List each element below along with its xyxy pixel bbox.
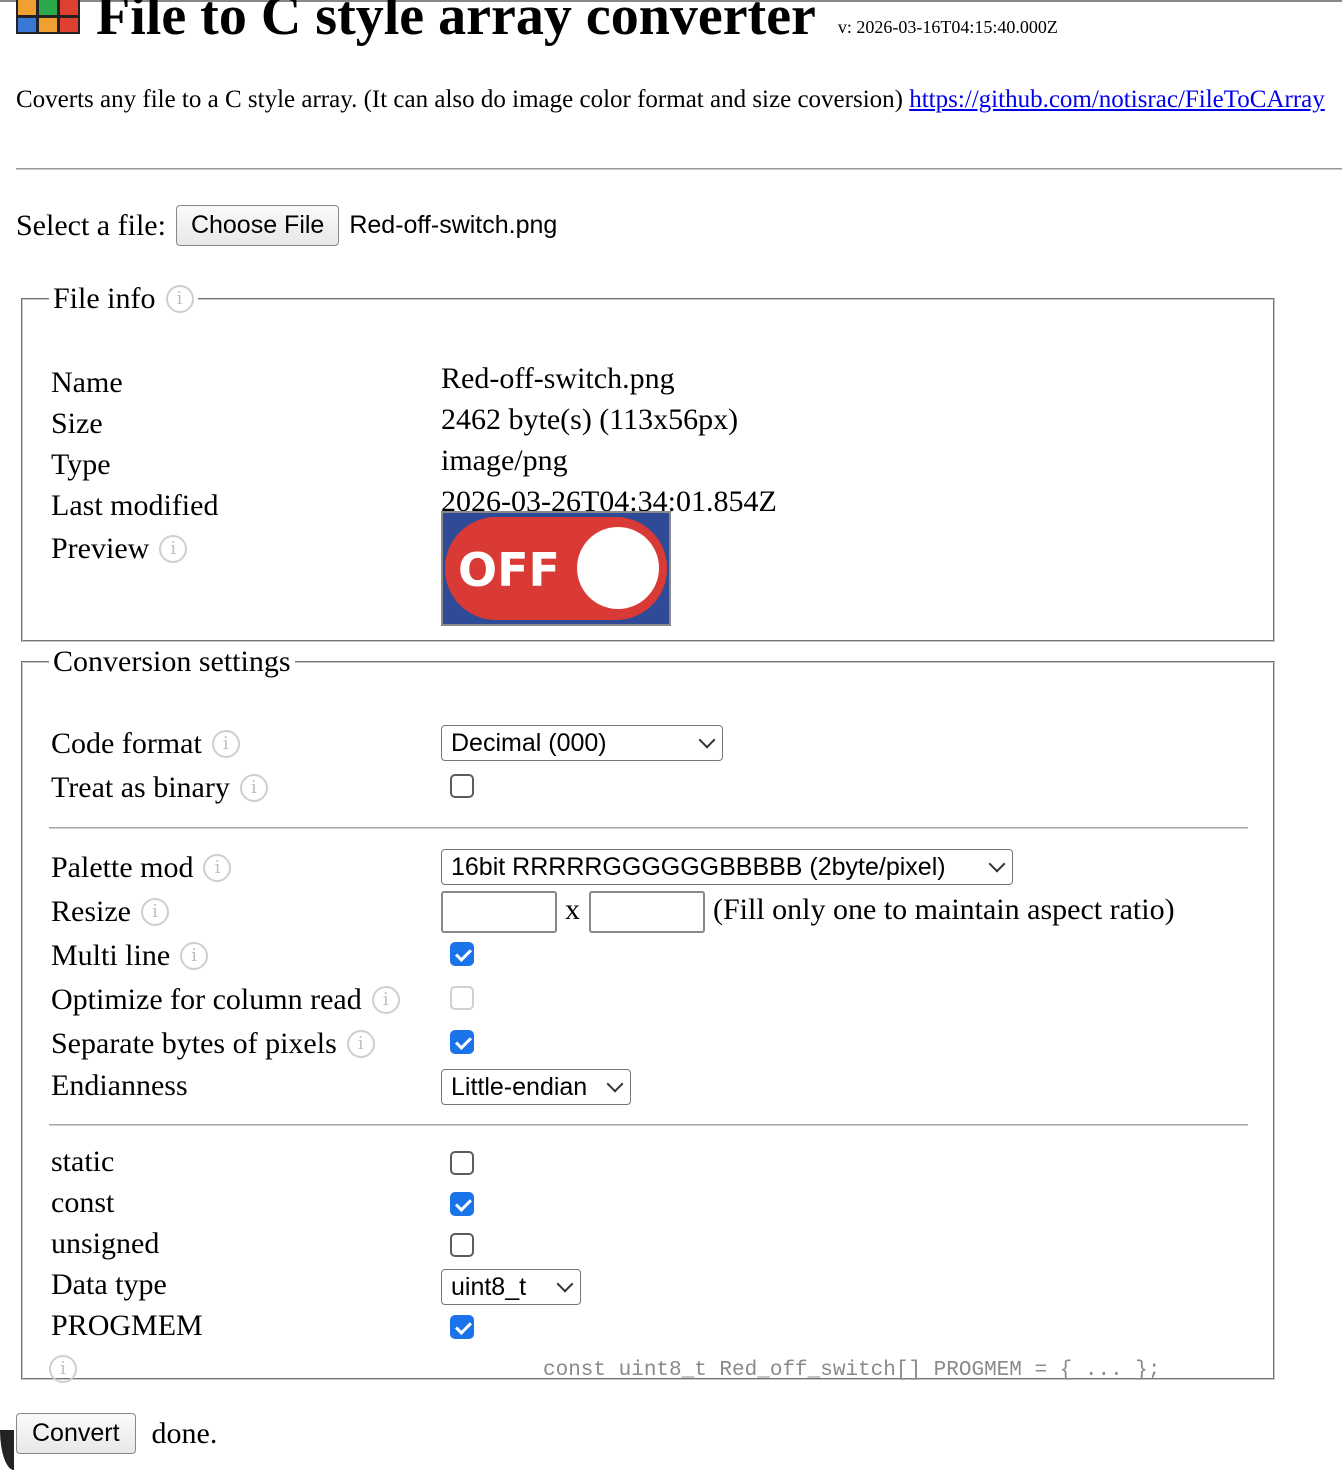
optimize-column-checkbox[interactable]: [450, 986, 474, 1010]
file-info-label: Type: [51, 448, 111, 481]
app-logo-icon: [16, 0, 80, 34]
convert-row: Convert done.: [16, 1413, 217, 1454]
treat-binary-label: Treat as binary i: [51, 771, 268, 805]
endianness-label-text: Endianness: [51, 1069, 188, 1102]
info-icon[interactable]: i: [159, 535, 188, 563]
code-format-value: Decimal (000): [451, 728, 607, 757]
preview-label: Preview i: [51, 532, 188, 566]
resize-label-text: Resize: [51, 895, 131, 928]
static-checkbox[interactable]: [450, 1151, 474, 1175]
file-info-value: 2462 byte(s) (113x56px): [441, 403, 739, 436]
version-label: v: 2026-03-16T04:15:40.000Z: [837, 17, 1058, 37]
const-label-text: const: [51, 1186, 115, 1219]
const-checkbox[interactable]: [450, 1192, 474, 1216]
file-info-legend: File info i: [49, 282, 198, 316]
resize-width-input[interactable]: [441, 891, 557, 933]
unsigned-label: unsigned: [51, 1227, 159, 1261]
progmem-checkbox[interactable]: [450, 1315, 474, 1339]
file-info-fieldset: File info i Name Red-off-switch.png Size 24…: [21, 282, 1275, 642]
info-icon[interactable]: i: [239, 774, 268, 802]
info-icon[interactable]: i: [346, 1030, 375, 1058]
code-format-label-text: Code format: [51, 727, 202, 760]
optimize-column-label-text: Optimize for column read: [51, 983, 362, 1016]
progmem-label: PROGMEM: [51, 1309, 203, 1343]
progmem-label-text: PROGMEM: [51, 1309, 203, 1342]
settings-divider: [49, 827, 1248, 829]
data-type-select[interactable]: uint8_t: [441, 1269, 581, 1305]
chevron-down-icon: [988, 855, 1006, 873]
file-select-label: Select a file:: [16, 208, 166, 242]
static-label-text: static: [51, 1145, 115, 1178]
file-info-label: Name: [51, 366, 123, 399]
settings-divider: [49, 1124, 1248, 1126]
separate-bytes-label: Separate bytes of pixels i: [51, 1027, 375, 1061]
treat-binary-checkbox[interactable]: [450, 774, 474, 798]
description: Coverts any file to a C style array. (It…: [16, 86, 1325, 114]
choose-file-button[interactable]: Choose File: [175, 205, 340, 246]
github-link[interactable]: https://github.com/notisrac/FileToCArray: [909, 86, 1325, 113]
chevron-down-icon: [698, 731, 716, 749]
resize-hint: (Fill only one to maintain aspect ratio): [713, 893, 1175, 926]
file-info-legend-text: File info: [53, 282, 156, 315]
file-info-value: image/png: [441, 444, 568, 477]
header: File to C style array converter v: 2026-…: [16, 0, 1058, 46]
palette-mod-label: Palette mod i: [51, 851, 232, 885]
file-info-value: Red-off-switch.png: [441, 362, 675, 395]
code-format-select[interactable]: Decimal (000): [441, 725, 723, 761]
image-preview: OFF: [441, 511, 671, 626]
multi-line-label-text: Multi line: [51, 939, 171, 972]
status-text: done.: [151, 1416, 218, 1450]
chevron-down-icon: [606, 1075, 624, 1093]
description-text: Coverts any file to a C style array. (It…: [16, 86, 903, 113]
unsigned-checkbox[interactable]: [450, 1233, 474, 1257]
data-type-label: Data type: [51, 1268, 167, 1302]
file-select-row: Select a file: Choose File Red-off-switc…: [16, 205, 557, 246]
resize-x-label: x: [565, 893, 580, 926]
file-info-label: Last modified: [51, 489, 219, 522]
unsigned-label-text: unsigned: [51, 1227, 160, 1260]
info-icon[interactable]: i: [180, 942, 209, 970]
info-icon[interactable]: i: [140, 898, 169, 926]
resize-height-input[interactable]: [589, 891, 705, 933]
endianness-select[interactable]: Little-endian: [441, 1069, 631, 1105]
divider: [16, 168, 1342, 170]
preview-image: OFF: [443, 513, 669, 624]
treat-binary-label-text: Treat as binary: [51, 771, 230, 804]
info-icon[interactable]: i: [211, 730, 240, 758]
file-info-label: Size: [51, 407, 103, 440]
separate-bytes-checkbox[interactable]: [450, 1030, 474, 1054]
optimize-column-label: Optimize for column read i: [51, 983, 400, 1017]
data-type-label-text: Data type: [51, 1268, 167, 1301]
conversion-settings-legend: Conversion settings: [49, 645, 295, 679]
chevron-down-icon: [556, 1275, 574, 1293]
endianness-value: Little-endian: [451, 1072, 588, 1101]
info-icon[interactable]: i: [371, 986, 400, 1014]
page-title: File to C style array converter: [96, 0, 816, 47]
palette-mod-value: 16bit RRRRRGGGGGGBBBBB (2byte/pixel): [451, 852, 946, 881]
static-label: static: [51, 1145, 114, 1179]
code-preview: const uint8_t Red_off_switch[] PROGMEM =…: [543, 1359, 1161, 1382]
info-icon[interactable]: i: [203, 854, 232, 882]
multi-line-label: Multi line i: [51, 939, 209, 973]
chosen-file-name: Red-off-switch.png: [349, 211, 558, 239]
preview-label-text: Preview: [51, 532, 150, 565]
convert-button[interactable]: Convert: [16, 1413, 136, 1454]
endianness-label: Endianness: [51, 1069, 188, 1103]
multi-line-checkbox[interactable]: [450, 942, 474, 966]
palette-mod-label-text: Palette mod: [51, 851, 194, 884]
code-format-label: Code format i: [51, 727, 240, 761]
const-label: const: [51, 1186, 114, 1220]
info-icon[interactable]: i: [49, 1355, 77, 1383]
info-icon[interactable]: i: [165, 285, 194, 313]
conversion-settings-legend-text: Conversion settings: [53, 645, 291, 678]
resize-label: Resize i: [51, 895, 169, 929]
separate-bytes-label-text: Separate bytes of pixels: [51, 1027, 337, 1060]
palette-mod-select[interactable]: 16bit RRRRRGGGGGGBBBBB (2byte/pixel): [441, 849, 1013, 885]
data-type-value: uint8_t: [451, 1272, 527, 1301]
conversion-settings-fieldset: Conversion settings Code format i Decima…: [21, 645, 1275, 1383]
window-corner: [0, 1430, 14, 1470]
preview-off-text: OFF: [458, 543, 560, 597]
